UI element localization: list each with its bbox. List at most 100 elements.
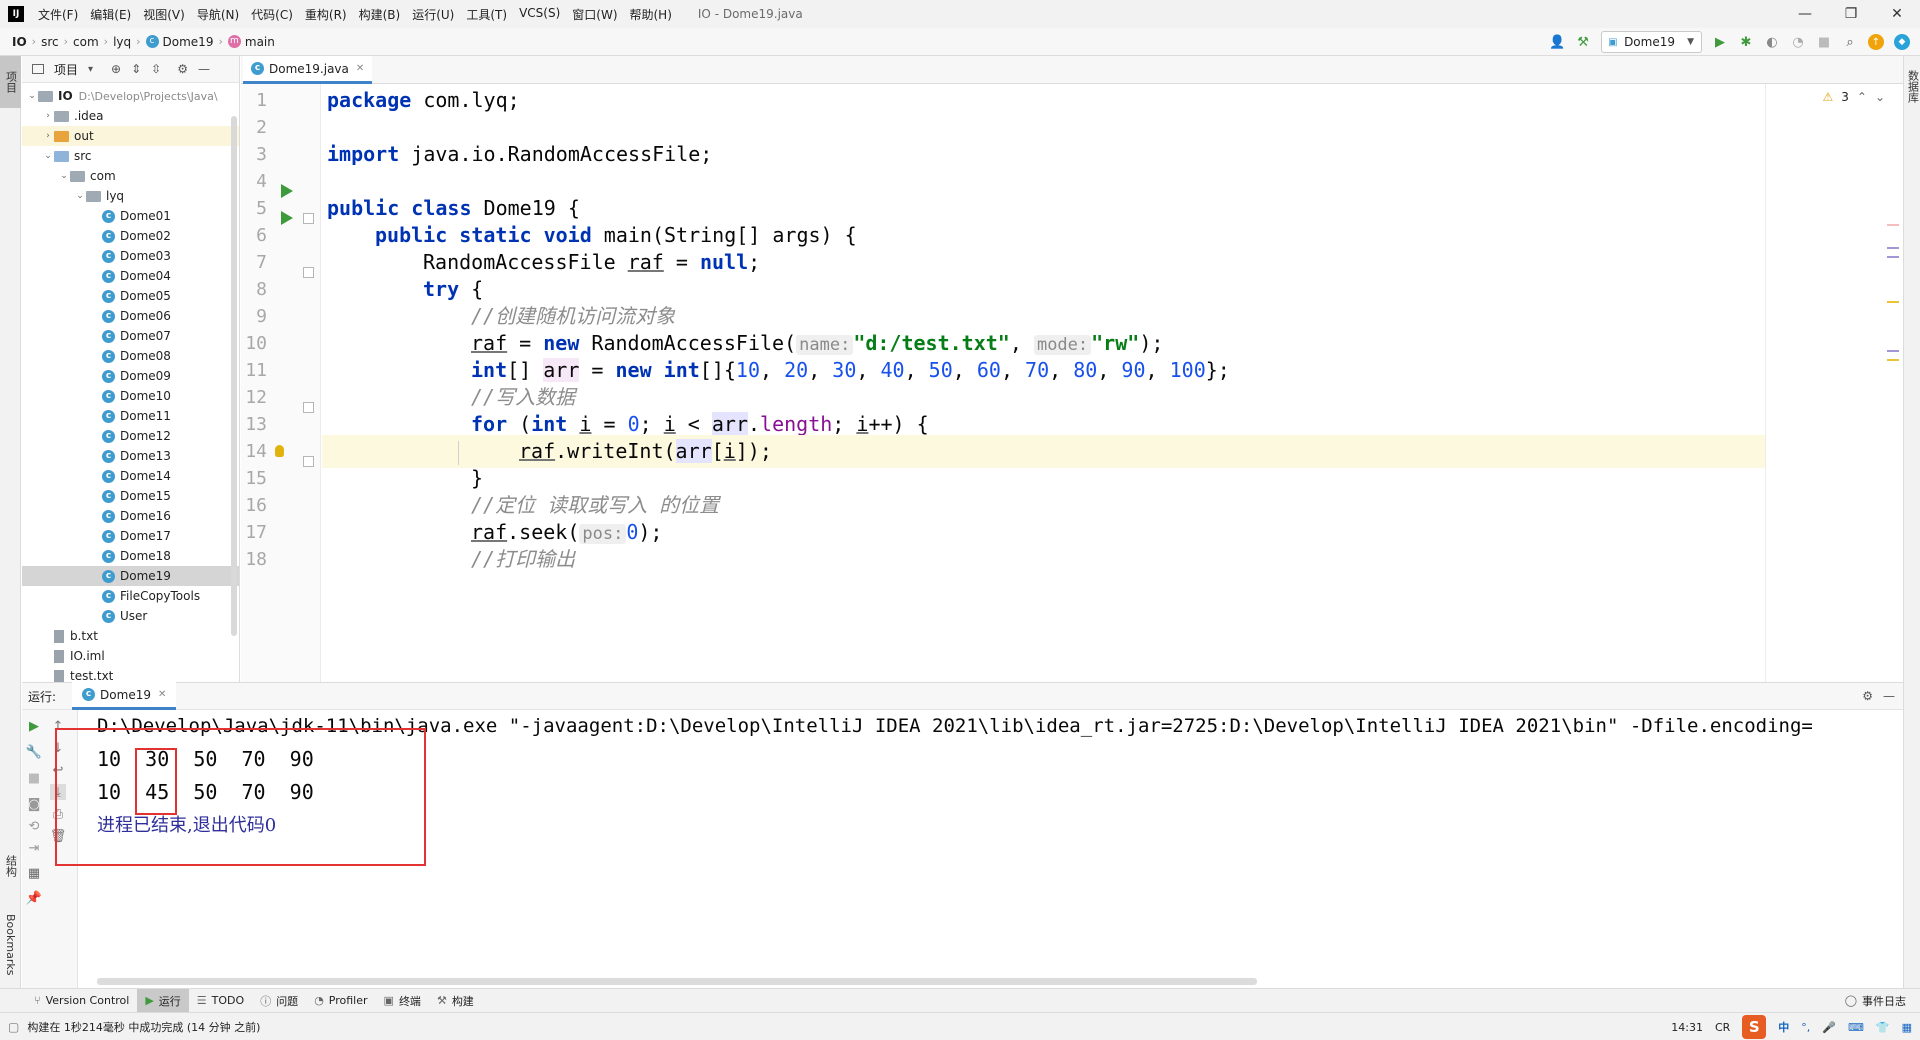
- tree-item[interactable]: c Dome06: [22, 306, 239, 326]
- breadcrumb-method[interactable]: main: [245, 35, 275, 49]
- error-stripe-mark[interactable]: [1887, 256, 1899, 258]
- ime-language[interactable]: 中: [1778, 1019, 1789, 1035]
- toolbox-icon[interactable]: ◆: [1894, 34, 1910, 50]
- tree-scrollbar[interactable]: [231, 116, 237, 636]
- tree-item[interactable]: ⌄ lyq: [22, 186, 239, 206]
- exit-icon[interactable]: ⇥: [26, 840, 42, 856]
- tree-item[interactable]: c Dome08: [22, 346, 239, 366]
- skin-icon[interactable]: 👕: [1876, 1021, 1890, 1034]
- menu-item[interactable]: 重构(R): [299, 6, 353, 23]
- tree-item[interactable]: test.txt: [22, 666, 239, 682]
- wrench-icon[interactable]: 🔧: [26, 744, 42, 760]
- debug-icon[interactable]: ✱: [1738, 34, 1754, 50]
- tree-item[interactable]: c Dome18: [22, 546, 239, 566]
- code-editor[interactable]: package com.lyq; import java.io.RandomAc…: [322, 84, 1903, 682]
- tree-item[interactable]: c Dome03: [22, 246, 239, 266]
- tree-item[interactable]: c Dome01: [22, 206, 239, 226]
- tree-item[interactable]: c Dome16: [22, 506, 239, 526]
- error-stripe-mark[interactable]: [1887, 350, 1899, 352]
- run-method-gutter-icon[interactable]: [281, 211, 293, 225]
- tree-item[interactable]: b.txt: [22, 626, 239, 646]
- profile-icon[interactable]: ◔: [1790, 34, 1806, 50]
- tree-item[interactable]: c Dome11: [22, 406, 239, 426]
- layout-icon[interactable]: ▦: [26, 865, 42, 881]
- chevron-down-icon[interactable]: ⌄: [1875, 90, 1885, 104]
- stop-icon[interactable]: ■: [1816, 34, 1832, 50]
- restore-layout-icon[interactable]: ⟲: [26, 818, 42, 834]
- profiler-tool-button[interactable]: ◔ Profiler: [306, 989, 375, 1013]
- tree-item[interactable]: c Dome13: [22, 446, 239, 466]
- menu-item[interactable]: 视图(V): [137, 6, 191, 23]
- tree-item[interactable]: c FileCopyTools: [22, 586, 239, 606]
- tree-toggle-icon[interactable]: ⌄: [26, 91, 38, 101]
- tree-toggle-icon[interactable]: ›: [42, 111, 54, 121]
- tree-toggle-icon[interactable]: ⌄: [74, 191, 86, 201]
- menu-item[interactable]: 窗口(W): [566, 6, 623, 23]
- update-icon[interactable]: ↑: [1868, 34, 1884, 50]
- menu-item[interactable]: 文件(F): [32, 6, 84, 23]
- structure-tool-tab[interactable]: 结构: [0, 836, 21, 896]
- line-separator[interactable]: CR: [1715, 1021, 1730, 1034]
- tree-item[interactable]: ⌄ src: [22, 146, 239, 166]
- hide-panel-icon[interactable]: —: [198, 62, 210, 76]
- menu-item[interactable]: 运行(U): [406, 6, 460, 23]
- terminal-tool-button[interactable]: ▣ 终端: [376, 989, 429, 1013]
- menu-item[interactable]: 代码(C): [245, 6, 299, 23]
- tree-item[interactable]: c Dome19: [22, 566, 239, 586]
- error-stripe-mark[interactable]: [1887, 301, 1899, 303]
- error-stripe-mark[interactable]: [1887, 224, 1899, 226]
- error-stripe-mark[interactable]: [1887, 247, 1899, 249]
- grid-icon[interactable]: ▦: [1902, 1021, 1912, 1034]
- breadcrumb-class[interactable]: Dome19: [163, 35, 214, 49]
- editor-tab-dome19[interactable]: c Dome19.java ✕: [243, 56, 373, 84]
- database-tool-tab[interactable]: 数据库: [1904, 56, 1920, 116]
- caret-position[interactable]: 14:31: [1671, 1021, 1703, 1034]
- problems-tool-button[interactable]: ⓘ 问题: [252, 989, 306, 1013]
- build-tool-button[interactable]: ⚒ 构建: [429, 989, 482, 1013]
- fold-marker-icon[interactable]: [303, 213, 314, 224]
- tree-item[interactable]: c Dome17: [22, 526, 239, 546]
- tree-item[interactable]: ⌄ com: [22, 166, 239, 186]
- coverage-icon[interactable]: ◐: [1764, 34, 1780, 50]
- tree-item[interactable]: c Dome10: [22, 386, 239, 406]
- tree-item[interactable]: c Dome14: [22, 466, 239, 486]
- tree-item[interactable]: IO.iml: [22, 646, 239, 666]
- punctuation-icon[interactable]: °,: [1801, 1021, 1810, 1034]
- tree-item[interactable]: c Dome05: [22, 286, 239, 306]
- rerun-icon[interactable]: ▶: [26, 718, 42, 734]
- pin-icon[interactable]: 📌: [26, 890, 42, 906]
- chevron-up-icon[interactable]: ⌃: [1857, 90, 1867, 104]
- fold-marker-icon[interactable]: [303, 267, 314, 278]
- minimize-button[interactable]: —: [1782, 0, 1828, 28]
- tree-item[interactable]: ⌄ IO D:\Develop\Projects\Java\: [22, 86, 239, 106]
- tree-toggle-icon[interactable]: ›: [42, 131, 54, 141]
- menu-item[interactable]: 构建(B): [353, 6, 407, 23]
- project-tool-tab[interactable]: 项目: [0, 56, 21, 108]
- user-icon[interactable]: 👤: [1549, 34, 1565, 50]
- sogou-ime-icon[interactable]: S: [1742, 1015, 1767, 1039]
- microphone-icon[interactable]: 🎤: [1822, 1021, 1836, 1034]
- stop-icon[interactable]: ■: [26, 770, 42, 786]
- breadcrumb-lyq[interactable]: lyq: [113, 35, 131, 49]
- intention-bulb-icon[interactable]: [275, 445, 284, 457]
- keyboard-icon[interactable]: ⌨: [1848, 1021, 1864, 1034]
- breadcrumb-src[interactable]: src: [41, 35, 59, 49]
- problems-indicator[interactable]: ⚠ 3 ⌃ ⌄: [1822, 90, 1885, 104]
- todo-tool-button[interactable]: ☰ TODO: [189, 989, 252, 1013]
- collapse-all-icon[interactable]: ⇳: [151, 62, 161, 76]
- fold-marker-icon[interactable]: [303, 402, 314, 413]
- error-stripe-mark[interactable]: [1887, 359, 1899, 361]
- search-icon[interactable]: ⌕: [1842, 34, 1858, 50]
- tree-item[interactable]: c User: [22, 606, 239, 626]
- run-class-gutter-icon[interactable]: [281, 184, 293, 198]
- fold-marker-icon[interactable]: [303, 456, 314, 467]
- close-tab-icon[interactable]: ✕: [356, 63, 364, 74]
- tree-item[interactable]: c Dome02: [22, 226, 239, 246]
- run-tool-button[interactable]: ▶ 运行: [137, 988, 189, 1013]
- menu-item[interactable]: 编辑(E): [84, 6, 137, 23]
- event-log-tool-button[interactable]: ◯ 事件日志: [1837, 989, 1914, 1013]
- maximize-button[interactable]: ❐: [1828, 0, 1874, 28]
- camera-icon[interactable]: ◙: [26, 796, 42, 812]
- tree-toggle-icon[interactable]: ⌄: [42, 151, 54, 161]
- chevron-down-icon[interactable]: ▾: [88, 64, 93, 75]
